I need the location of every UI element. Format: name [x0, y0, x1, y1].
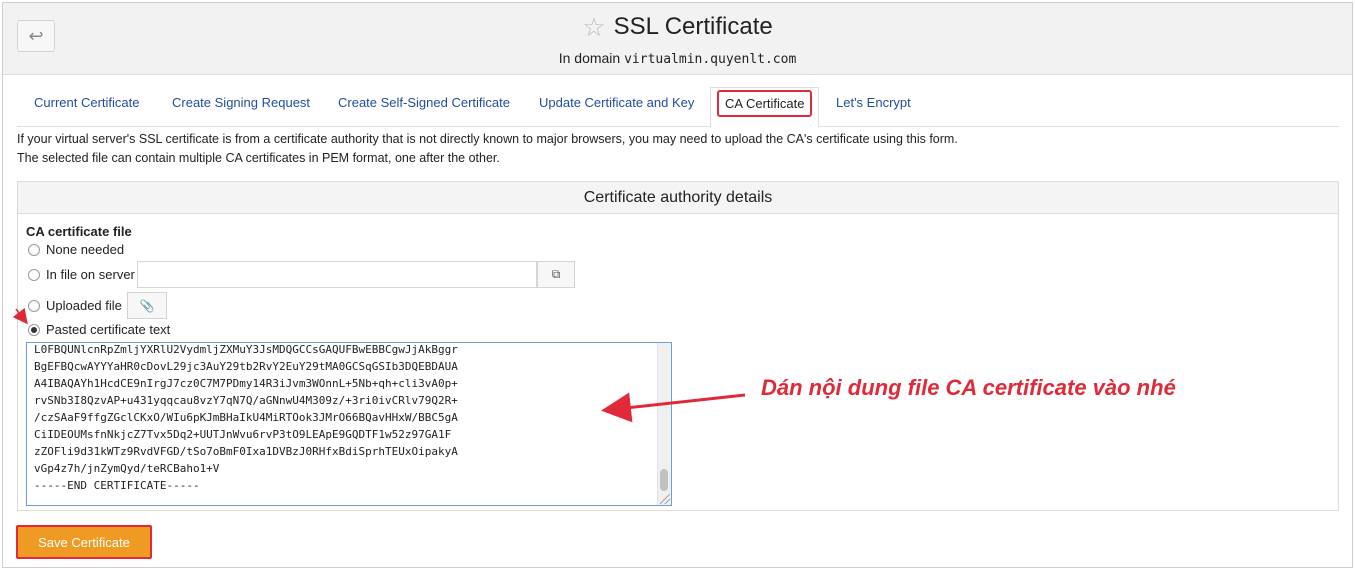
certificate-line: L0FBQUNlcnRpZmljYXRlU2VydmljZXMuY3JsMDQG…: [34, 343, 458, 356]
star-icon[interactable]: ☆: [582, 14, 605, 40]
subtitle-prefix: In domain: [558, 50, 621, 66]
page-frame: ↩ ☆ SSL Certificate In domain virtualmin…: [2, 2, 1353, 568]
option-none-label: None needed: [46, 242, 125, 257]
certificate-line: BgEFBQcwAYYYaHR0cDovL29jc3AuY29tb2RvY2Eu…: [34, 360, 458, 373]
ca-details-panel: Certificate authority details CA certifi…: [17, 181, 1339, 511]
tab-current-certificate[interactable]: Current Certificate: [34, 95, 139, 110]
radio-file-on-server[interactable]: [28, 268, 40, 281]
option-file-on-server[interactable]: In file on server: [28, 267, 135, 282]
description-line-2: The selected file can contain multiple C…: [17, 151, 500, 165]
certificate-line: zZOFli9d31kWTz9RvdVFGD/tSo7oBmF0Ixa1DVBz…: [34, 445, 458, 458]
ca-file-label: CA certificate file: [26, 224, 132, 239]
option-pasted-label: Pasted certificate text: [46, 322, 171, 337]
domain-name: virtualmin.quyenlt.com: [624, 52, 797, 67]
radio-none-needed[interactable]: [28, 243, 40, 256]
tab-create-signing-request[interactable]: Create Signing Request: [172, 95, 310, 110]
radio-pasted-text[interactable]: [28, 323, 40, 336]
resize-grip[interactable]: [660, 494, 670, 504]
title-block: ☆ SSL Certificate In domain virtualmin.q…: [3, 13, 1352, 67]
page-header: ↩ ☆ SSL Certificate In domain virtualmin…: [3, 3, 1352, 75]
panel-heading: Certificate authority details: [18, 182, 1338, 214]
file-chooser-button[interactable]: ⧉: [537, 261, 575, 288]
option-server-file-label: In file on server: [46, 267, 135, 282]
radio-uploaded-file[interactable]: [28, 299, 40, 312]
file-chooser-icon: ⧉: [551, 267, 561, 281]
certificate-line: -----END CERTIFICATE-----: [34, 479, 200, 492]
scrollbar-thumb[interactable]: [660, 469, 668, 491]
tab-bar: Current Certificate Create Signing Reque…: [17, 87, 1339, 128]
certificate-line: vGp4z7h/jnZymQyd/teRCBaho1+V: [34, 462, 220, 475]
save-certificate-button[interactable]: Save Certificate: [16, 525, 152, 559]
tab-update-certificate-and-key[interactable]: Update Certificate and Key: [539, 95, 694, 110]
tab-ca-certificate[interactable]: CA Certificate: [710, 87, 820, 128]
tab-create-self-signed-certificate[interactable]: Create Self-Signed Certificate: [338, 95, 510, 110]
certificate-line: rvSNb3I8QzvAP+u431yqqcau8vzY7qN7Q/aGNnwU…: [34, 394, 458, 407]
certificate-line: A4IBAQAYh1HcdCE9nIrgJ7cz0C7M7PDmy14R3iJv…: [34, 377, 458, 390]
description-line-1: If your virtual server's SSL certificate…: [17, 132, 958, 146]
page-description: If your virtual server's SSL certificate…: [17, 130, 958, 168]
annotation-text: Dán nội dung file CA certificate vào nhé: [761, 375, 1176, 400]
server-file-path-input[interactable]: [137, 261, 537, 288]
option-uploaded-file[interactable]: Uploaded file: [28, 298, 122, 313]
textarea-scrollbar[interactable]: [657, 343, 671, 505]
tab-lets-encrypt[interactable]: Let's Encrypt: [836, 95, 911, 110]
certificate-textarea[interactable]: L0FBQUNlcnRpZmljYXRlU2VydmljZXMuY3JsMDQG…: [26, 342, 672, 506]
upload-file-button[interactable]: 📎: [127, 292, 167, 319]
certificate-text: L0FBQUNlcnRpZmljYXRlU2VydmljZXMuY3JsMDQG…: [34, 343, 654, 494]
tab-ca-certificate-label: CA Certificate: [717, 90, 813, 117]
certificate-line: CiIDEOUMsfnNkjcZ7Tvx5Dq2+UUTJnWvu6rvP3tO…: [34, 428, 452, 441]
option-uploaded-label: Uploaded file: [46, 298, 122, 313]
certificate-line: /czSAaF9ffgZGclCKxO/WIu6pKJmBHaIkU4MiRTO…: [34, 411, 458, 424]
paperclip-icon: 📎: [139, 298, 155, 313]
page-subtitle: In domain virtualmin.quyenlt.com: [3, 50, 1352, 67]
option-pasted-text[interactable]: Pasted certificate text: [28, 322, 170, 337]
option-none-needed[interactable]: None needed: [28, 242, 124, 257]
page-title: SSL Certificate: [613, 13, 773, 40]
